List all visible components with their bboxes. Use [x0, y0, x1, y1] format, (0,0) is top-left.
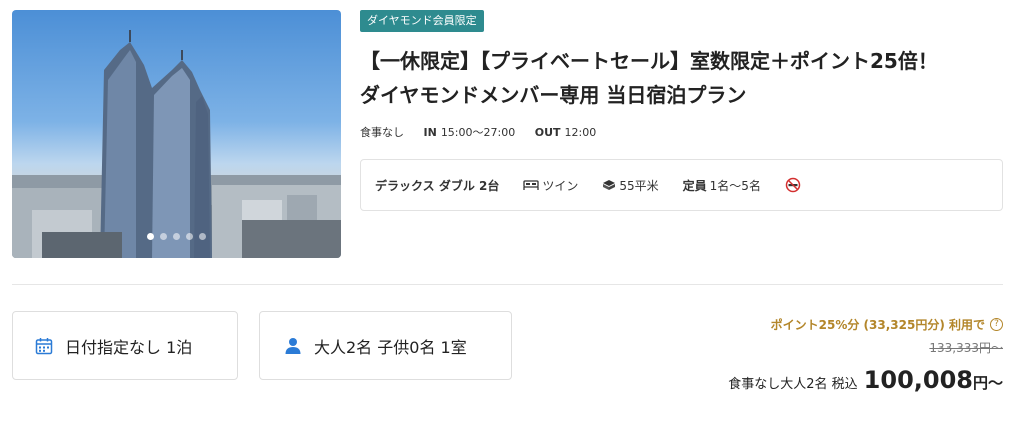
plan-meta: 食事なし IN 15:00〜27:00 OUT 12:00: [360, 124, 596, 140]
price-conditions: 食事なし大人2名 税込: [728, 377, 858, 392]
checkout-label: OUT: [534, 126, 561, 139]
person-icon: [285, 337, 301, 354]
checkout-value: 12:00: [564, 126, 597, 139]
carousel-dot-1[interactable]: [147, 233, 154, 240]
plan-title[interactable]: 【一休限定】【プライベートセール】室数限定＋ポイント25倍！ ダイヤモンドメンバ…: [360, 44, 1000, 112]
points-note: ポイント25%分 (33,325円分) 利用で ?: [728, 316, 1003, 333]
room-size-icon: [603, 180, 616, 190]
section-divider: [12, 284, 1003, 285]
room-size: 55平米: [602, 177, 659, 194]
bed-type-text: ツイン: [542, 178, 579, 193]
carousel-dot-2[interactable]: [160, 233, 167, 240]
room-name: デラックス ダブル 2台: [375, 178, 500, 193]
member-badge: ダイヤモンド会員限定: [360, 10, 484, 32]
capacity-label: 定員: [682, 178, 707, 193]
original-price: 133,333円〜: [929, 341, 1003, 355]
date-selector[interactable]: 日付指定なし 1泊: [12, 311, 238, 380]
price-line: 食事なし大人2名 税込 100,008 円〜: [728, 366, 1003, 394]
points-text: ポイント25%分 (33,325円分) 利用で: [770, 318, 985, 332]
room-size-text: 55平米: [619, 178, 659, 193]
carousel-dots: [12, 233, 341, 240]
plan-title-line2: ダイヤモンドメンバー専用 当日宿泊プラン: [360, 83, 747, 107]
room-info-box[interactable]: デラックス ダブル 2台 ツイン 55平米 定員 1名〜5名: [360, 159, 1003, 211]
no-smoking-icon: [785, 177, 804, 193]
guest-selector[interactable]: 大人2名 子供0名 1室: [259, 311, 512, 380]
help-icon[interactable]: ?: [990, 318, 1003, 331]
checkin-label: IN: [423, 126, 437, 139]
capacity: 定員 1名〜5名: [683, 177, 761, 194]
capacity-value: 1名〜5名: [709, 178, 761, 193]
calendar-icon: [35, 337, 53, 354]
bed-icon: [523, 180, 540, 190]
plan-photo[interactable]: [12, 10, 341, 258]
plan-title-line1: 【一休限定】【プライベートセール】室数限定＋ポイント25倍！: [360, 49, 938, 73]
price-area: ポイント25%分 (33,325円分) 利用で ? 133,333円〜 食事なし…: [728, 316, 1003, 394]
carousel-dot-5[interactable]: [199, 233, 206, 240]
carousel-dot-4[interactable]: [186, 233, 193, 240]
bed-type: ツイン: [523, 177, 578, 194]
price-unit: 円〜: [972, 374, 1003, 392]
price-amount: 100,008: [863, 366, 973, 394]
guest-selector-text: 大人2名 子供0名 1室: [314, 337, 467, 357]
hotel-tower-illustration: [12, 30, 341, 258]
checkin-value: 15:00〜27:00: [440, 126, 516, 139]
date-selector-text: 日付指定なし 1泊: [65, 337, 193, 357]
carousel-dot-3[interactable]: [173, 233, 180, 240]
meal-text: 食事なし: [360, 126, 404, 139]
